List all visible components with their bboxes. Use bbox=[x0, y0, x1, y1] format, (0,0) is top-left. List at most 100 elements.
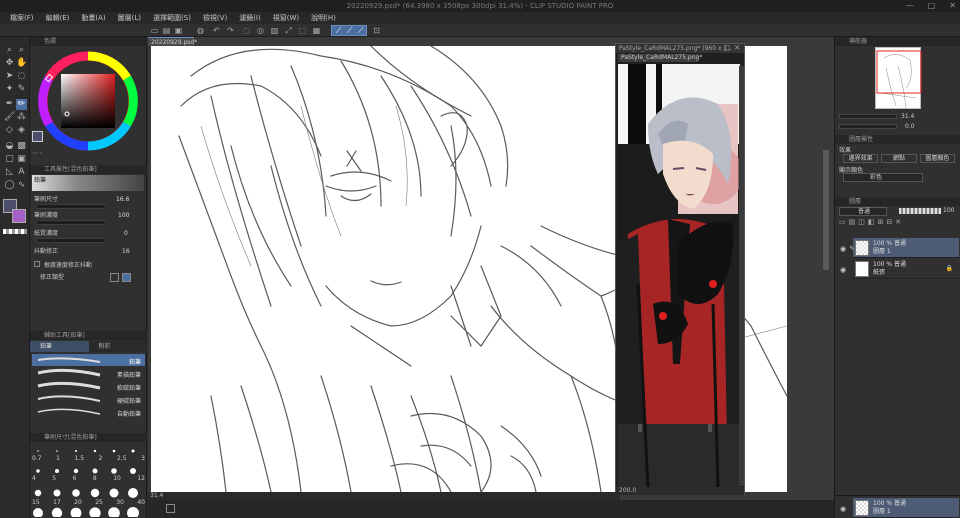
transform-icon[interactable]: ⤢ bbox=[284, 26, 293, 35]
sub-view-zoom: 200.0 bbox=[619, 487, 637, 494]
correct-line-icon[interactable]: ∿ bbox=[16, 180, 27, 191]
menu-layer[interactable]: 圖層(L) bbox=[112, 12, 147, 24]
color-wheel-tab[interactable]: 色環 bbox=[30, 37, 147, 46]
clear-outside-icon[interactable]: ◎ bbox=[256, 26, 265, 35]
sub-color-swatch[interactable] bbox=[12, 209, 26, 223]
menu-help[interactable]: 說明(H) bbox=[305, 12, 342, 24]
brush-size-slider[interactable] bbox=[36, 204, 106, 209]
layer-row-docked[interactable]: 100 % 普通 圖層 1 bbox=[853, 498, 959, 518]
sub-view-scrollbar[interactable] bbox=[739, 66, 744, 486]
ruler-icon[interactable]: ◺ bbox=[4, 167, 15, 178]
menu-selection[interactable]: 選擇範圍(S) bbox=[147, 12, 197, 24]
redo-icon[interactable]: ↷ bbox=[226, 26, 235, 35]
document-tab[interactable]: 20220929.psd* bbox=[148, 37, 197, 46]
tone-button[interactable]: 網點 bbox=[881, 154, 917, 163]
tool-bar: ⌕ ⌕ ✥ ✋ ➤ ◌ ✦ ✎ ✒ ✏ 🖌 ⁂ ◇ ◈ ◒ ▩ ▢ ▣ ◺ A … bbox=[0, 37, 30, 518]
sub-view-tab[interactable]: PaStyle_CaRdMAL275.png* bbox=[618, 54, 702, 62]
paper-density-slider[interactable] bbox=[36, 238, 106, 243]
menu-file[interactable]: 檔案(F) bbox=[4, 12, 40, 24]
snap-special-icon[interactable]: ⊡ bbox=[372, 26, 381, 35]
snap-grid-icon[interactable]: ⟋ bbox=[345, 26, 354, 35]
sub-view-close-icon[interactable]: ✕ bbox=[734, 44, 740, 52]
navigator-zoom-slider[interactable] bbox=[839, 114, 897, 119]
navigator-zoom-value: 31.4 bbox=[901, 113, 915, 120]
pencil-icon[interactable]: ✏ bbox=[16, 99, 27, 110]
transparent-color-swatch[interactable] bbox=[3, 229, 27, 234]
layer-row-selected[interactable]: 100 % 普通 圖層 1 bbox=[853, 238, 959, 258]
fill-bucket-icon[interactable]: ◒ bbox=[4, 141, 15, 152]
brush-size-tab[interactable]: 筆刷尺寸[混色鉛筆] bbox=[30, 433, 147, 442]
invert-selection-icon[interactable]: ▦ bbox=[312, 26, 321, 35]
menu-window[interactable]: 視窗(W) bbox=[267, 12, 305, 24]
open-file-icon[interactable]: ▤ bbox=[162, 26, 171, 35]
brush-density-slider[interactable] bbox=[36, 220, 106, 225]
navigator-preview[interactable] bbox=[875, 47, 922, 109]
sub-view-maximize-icon[interactable]: □ bbox=[723, 44, 730, 52]
frame-icon[interactable]: ▣ bbox=[16, 154, 27, 165]
minimize-button[interactable]: — bbox=[906, 0, 914, 12]
wand-icon[interactable]: ✦ bbox=[4, 84, 15, 95]
tool-property-tab[interactable]: 工具屬性[混色鉛筆] bbox=[30, 165, 147, 174]
navigator-tab[interactable]: 導航器 bbox=[835, 37, 960, 46]
fill-icon[interactable]: ▨ bbox=[270, 26, 279, 35]
border-effect-button[interactable]: 邊界效果 bbox=[843, 154, 879, 163]
menu-view[interactable]: 檢視(V) bbox=[197, 12, 233, 24]
undo-icon[interactable]: ↶ bbox=[212, 26, 221, 35]
navigator-angle-slider[interactable] bbox=[839, 124, 897, 129]
layer-color-button[interactable]: 圖層顏色 bbox=[919, 154, 955, 163]
expression-color-select[interactable]: 彩色 bbox=[843, 173, 923, 182]
eyedropper-icon[interactable]: ✎ bbox=[16, 84, 27, 95]
menu-filter[interactable]: 濾鏡(I) bbox=[233, 12, 267, 24]
canvas-status-bar: 31.4 bbox=[148, 492, 620, 500]
clip-studio-icon[interactable]: ◍ bbox=[196, 26, 205, 35]
canvas-scroll-thumb[interactable] bbox=[823, 150, 829, 270]
opacity-slider[interactable] bbox=[899, 208, 941, 214]
brush-icon[interactable]: 🖌 bbox=[4, 112, 15, 123]
edit-pencil-icon[interactable]: ✎ bbox=[847, 244, 857, 254]
pen-icon[interactable]: ✒ bbox=[4, 99, 15, 110]
correction-type-b[interactable] bbox=[122, 273, 131, 282]
reference-image[interactable] bbox=[618, 64, 740, 488]
save-icon[interactable]: ▣ bbox=[174, 26, 183, 35]
sub-view-window: PaStyle_CaRdMAL275.png* (960 x 1... □ ✕ … bbox=[615, 43, 745, 495]
color-mode-icons[interactable]: ◦◦◦ bbox=[32, 151, 54, 157]
layer-row[interactable]: 100 % 普通 紙張 🔒 bbox=[853, 259, 959, 279]
eye-icon[interactable]: ◉ bbox=[838, 265, 848, 275]
airbrush-icon[interactable]: ⁂ bbox=[16, 112, 27, 123]
hand-icon[interactable]: ✋ bbox=[16, 58, 27, 69]
move-icon[interactable]: ✥ bbox=[4, 58, 15, 69]
timeline-toggle-icon[interactable] bbox=[166, 504, 175, 513]
layer-property-tab[interactable]: 圖層屬性 bbox=[835, 135, 960, 144]
blend-icon[interactable]: ◈ bbox=[16, 125, 27, 136]
zoom-icon[interactable]: ⌕ bbox=[4, 45, 15, 56]
layer-tab[interactable]: 圖層 bbox=[835, 197, 960, 206]
snap-ruler-icon[interactable]: ⟋ bbox=[334, 26, 343, 35]
balloon-icon[interactable]: ◯ bbox=[4, 180, 15, 191]
zoom-icon-2[interactable]: ⌕ bbox=[16, 45, 27, 56]
new-file-icon[interactable]: ▭ bbox=[150, 26, 159, 35]
sub-tool-group-pastel[interactable]: 粉彩 bbox=[88, 341, 147, 352]
current-color-swatch[interactable] bbox=[32, 131, 43, 142]
clear-icon[interactable]: ◌ bbox=[242, 26, 251, 35]
eraser-icon[interactable]: ◇ bbox=[4, 125, 15, 136]
sub-tool-tab[interactable]: 輔助工具[鉛筆] bbox=[30, 331, 147, 340]
layer-tool-icons[interactable]: ▭▤◫◧⊞⊟✕ bbox=[839, 218, 957, 227]
lock-icon[interactable]: 🔒 bbox=[946, 265, 953, 272]
text-icon[interactable]: A bbox=[16, 167, 27, 178]
figure-icon[interactable]: ▢ bbox=[4, 154, 15, 165]
menu-edit[interactable]: 編輯(E) bbox=[40, 12, 76, 24]
lasso-icon[interactable]: ◌ bbox=[16, 71, 27, 82]
speed-stabilization-checkbox[interactable] bbox=[34, 261, 40, 267]
deselect-icon[interactable]: ⬚ bbox=[298, 26, 307, 35]
gradient-icon[interactable]: ▩ bbox=[16, 141, 27, 152]
sub-tool-group-pencil[interactable]: 鉛筆 bbox=[30, 341, 89, 352]
maximize-button[interactable]: □ bbox=[928, 0, 936, 12]
menu-animation[interactable]: 動畫(A) bbox=[75, 12, 111, 24]
eye-icon[interactable]: ◉ bbox=[838, 504, 848, 514]
color-wheel[interactable] bbox=[34, 46, 142, 156]
blend-mode-select[interactable]: 普通 bbox=[839, 207, 887, 216]
snap-perspective-icon[interactable]: ⟋ bbox=[356, 26, 365, 35]
close-button[interactable]: ✕ bbox=[949, 0, 956, 12]
operation-icon[interactable]: ➤ bbox=[4, 71, 15, 82]
correction-type-a[interactable] bbox=[110, 273, 119, 282]
